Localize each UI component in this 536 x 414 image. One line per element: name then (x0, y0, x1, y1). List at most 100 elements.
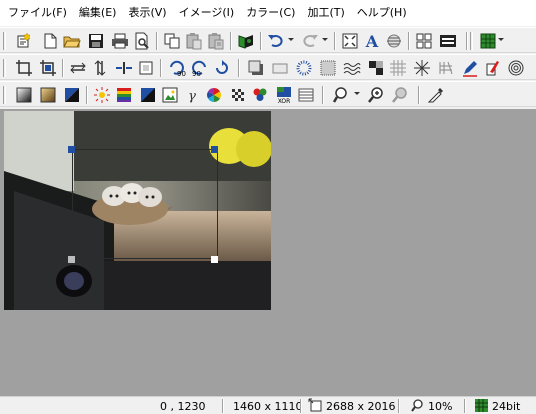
filmstrip-icon[interactable] (438, 31, 458, 51)
zoom-level: 10% (428, 400, 453, 413)
menu-view[interactable]: 表示(V) (122, 0, 172, 26)
image-workspace[interactable] (0, 109, 536, 396)
selection-handle[interactable] (211, 256, 218, 263)
menu-image[interactable]: イメージ(I) (173, 0, 241, 26)
save-icon[interactable] (86, 31, 106, 51)
svg-text:90: 90 (177, 70, 186, 78)
flip-vertical-icon[interactable] (90, 58, 110, 78)
toolbar-separator (156, 32, 158, 50)
toolbar-image: 90 90 (0, 54, 536, 80)
pencil-icon[interactable] (460, 58, 480, 78)
capture-icon[interactable] (236, 31, 256, 51)
image-size: 2688 x 2016 (326, 400, 396, 413)
toolbar-separator (62, 59, 64, 77)
sepia-icon[interactable] (38, 85, 58, 105)
toolbar-separator (418, 86, 420, 104)
cursor-position: 0 , 1230 (160, 400, 206, 413)
svg-text:XOR: XOR (278, 98, 291, 105)
selection-rectangle[interactable] (72, 149, 218, 259)
gamma-icon[interactable]: γ (182, 85, 202, 105)
spiral-icon[interactable] (506, 58, 526, 78)
menu-color[interactable]: カラー(C) (240, 0, 301, 26)
bit-depth: 24bit (492, 400, 521, 413)
flip-horizontal-icon[interactable] (68, 58, 88, 78)
mosaic-icon[interactable] (388, 58, 408, 78)
posterize-icon[interactable] (366, 58, 386, 78)
crop-icon[interactable] (14, 58, 34, 78)
zoom-out-icon[interactable] (390, 85, 410, 105)
thumbnail-dropdown-icon[interactable] (498, 38, 504, 41)
channel-icon[interactable] (250, 85, 270, 105)
contrast-icon[interactable] (138, 85, 158, 105)
paste-special-icon[interactable] (206, 31, 226, 51)
undo-dropdown-icon[interactable] (288, 38, 294, 41)
rotate-left-90-icon[interactable]: 90 (166, 58, 186, 78)
selection-size: 1460 x 1110 (233, 400, 303, 413)
marker-icon[interactable] (482, 58, 502, 78)
menu-file[interactable]: ファイル(F) (2, 0, 73, 26)
selection-handle[interactable] (211, 146, 218, 153)
image-size-icon (308, 398, 323, 413)
toolbar-color: γ XOR (0, 81, 536, 107)
grid-view-icon[interactable] (414, 31, 434, 51)
zoom-in-icon[interactable] (366, 85, 386, 105)
menu-bar: ファイル(F) 編集(E) 表示(V) イメージ(I) カラー(C) 加工(T)… (0, 0, 536, 26)
text-icon[interactable]: A (362, 31, 382, 51)
thumbnail-grid-icon[interactable] (478, 31, 498, 51)
status-bar: 0 , 1230 1460 x 1110 2688 x 2016 10% 24b… (0, 396, 536, 414)
menu-help[interactable]: ヘルプ(H) (351, 0, 413, 26)
dither-icon[interactable] (228, 85, 248, 105)
redo-dropdown-icon[interactable] (322, 38, 328, 41)
new-document-icon[interactable] (14, 31, 34, 51)
zoom-menu-icon[interactable] (332, 85, 352, 105)
wave-icon[interactable] (342, 58, 362, 78)
blur-icon[interactable] (294, 58, 314, 78)
image-canvas[interactable] (4, 111, 271, 310)
svg-text:A: A (365, 32, 379, 51)
grayscale-icon[interactable] (14, 85, 34, 105)
toolbar-grip[interactable] (3, 59, 6, 77)
menu-process[interactable]: 加工(T) (301, 0, 350, 26)
menu-edit[interactable]: 編集(E) (73, 0, 123, 26)
rotate-free-icon[interactable] (212, 58, 232, 78)
hue-saturation-icon[interactable] (160, 85, 180, 105)
brightness-icon[interactable] (92, 85, 112, 105)
selection-handle[interactable] (68, 256, 75, 263)
eyedropper-icon[interactable] (426, 85, 446, 105)
print-preview-icon[interactable] (132, 31, 152, 51)
palette-icon[interactable] (296, 85, 316, 105)
open-folder-icon[interactable] (62, 31, 82, 51)
negative-icon[interactable] (62, 85, 82, 105)
toolbar-separator (408, 32, 410, 50)
status-separator (222, 399, 224, 413)
autocrop-icon[interactable] (38, 58, 58, 78)
canvas-icon[interactable] (136, 58, 156, 78)
redo-icon[interactable] (300, 31, 320, 51)
print-icon[interactable] (110, 31, 130, 51)
sharpen-icon[interactable] (412, 58, 432, 78)
paste-icon[interactable] (184, 31, 204, 51)
toolbar-separator (230, 32, 232, 50)
rotate-right-90-icon[interactable]: 90 (190, 58, 210, 78)
selection-handle[interactable] (68, 146, 75, 153)
fit-window-icon[interactable] (340, 31, 360, 51)
toolbar-grip[interactable] (3, 32, 6, 50)
shadow-icon[interactable] (246, 58, 266, 78)
emboss-icon[interactable] (270, 58, 290, 78)
toolbar-grip[interactable] (470, 32, 473, 50)
resize-icon[interactable] (114, 58, 134, 78)
copy-icon[interactable] (162, 31, 182, 51)
status-separator (300, 399, 302, 413)
texture-icon[interactable] (436, 58, 456, 78)
blank-page-icon[interactable] (40, 31, 60, 51)
toolbar-separator (260, 32, 262, 50)
toolbar-separator (322, 86, 324, 104)
xor-icon[interactable]: XOR (274, 85, 294, 105)
deskew-icon[interactable] (384, 31, 404, 51)
rgb-adjust-icon[interactable] (204, 85, 224, 105)
zoom-dropdown-icon[interactable] (354, 92, 360, 95)
noise-icon[interactable] (318, 58, 338, 78)
toolbar-grip[interactable] (3, 86, 6, 104)
color-balance-icon[interactable] (114, 85, 134, 105)
undo-icon[interactable] (266, 31, 286, 51)
